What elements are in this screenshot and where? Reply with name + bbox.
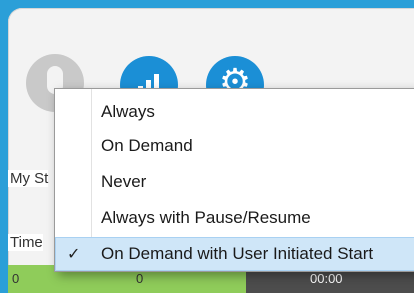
status-timer: 00:00 [310, 271, 343, 286]
menu-item-label: On Demand [101, 136, 193, 155]
menu-item-always[interactable]: Always [55, 95, 414, 129]
menu-item-never[interactable]: Never [55, 165, 414, 199]
context-menu: Always On Demand Never Always with Pause… [54, 88, 414, 272]
menu-item-on-demand-user-start[interactable]: ✓ On Demand with User Initiated Start [55, 237, 414, 271]
status-value: 0 [136, 271, 144, 286]
checkmark-icon: ✓ [67, 244, 81, 263]
menu-item-label: Always [101, 102, 155, 121]
menu-item-label: Always with Pause/Resume [101, 208, 311, 227]
menu-item-label: On Demand with User Initiated Start [101, 244, 374, 263]
menu-item-label: Never [101, 172, 147, 191]
time-column-header: Time [8, 234, 43, 251]
status-value: 0 [12, 271, 20, 286]
menu-item-always-pause-resume[interactable]: Always with Pause/Resume [55, 201, 414, 235]
menu-item-on-demand[interactable]: On Demand [55, 129, 414, 163]
my-stats-label: My St [8, 170, 49, 187]
